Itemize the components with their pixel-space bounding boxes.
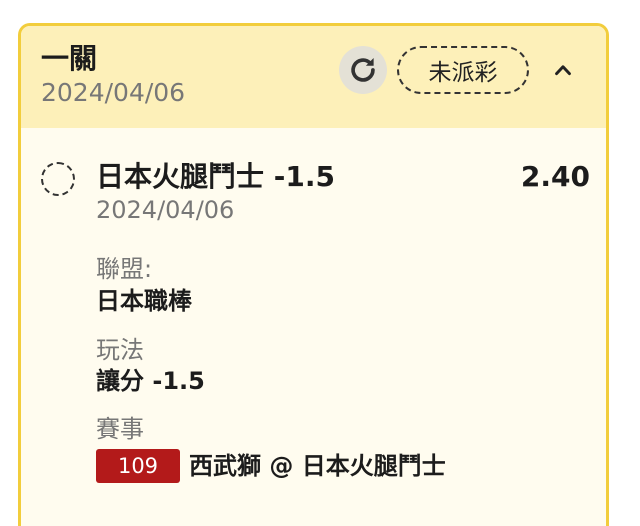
- event-label: 賽事: [96, 415, 144, 443]
- league-value: 日本職棒: [96, 287, 192, 315]
- selection-radio[interactable]: [41, 162, 75, 196]
- event-name: 西武獅 @ 日本火腿鬥士: [189, 452, 446, 480]
- ticket-date: 2024/04/06: [41, 78, 186, 107]
- refresh-icon: [351, 57, 375, 82]
- market-label: 玩法: [96, 336, 144, 364]
- event-code-badge: 109: [96, 449, 180, 483]
- league-label: 聯盟:: [96, 255, 153, 283]
- refresh-button[interactable]: [339, 46, 387, 94]
- selection-name: 日本火腿鬥士 -1.5: [96, 160, 335, 193]
- ticket-header: 一關 2024/04/06 未派彩: [21, 26, 606, 128]
- status-badge: 未派彩: [397, 46, 529, 94]
- selection-date: 2024/04/06: [96, 196, 235, 224]
- selection-odds: 2.40: [520, 160, 590, 193]
- ticket-title: 一關: [41, 42, 98, 75]
- collapse-button[interactable]: [547, 54, 579, 86]
- event-row: 109 西武獅 @ 日本火腿鬥士: [96, 449, 446, 483]
- chevron-up-icon: [555, 65, 571, 76]
- bet-ticket-card: 一關 2024/04/06 未派彩 日本火腿鬥士 -1.5 2.40 2024/…: [18, 23, 609, 526]
- market-value: 讓分 -1.5: [96, 367, 205, 395]
